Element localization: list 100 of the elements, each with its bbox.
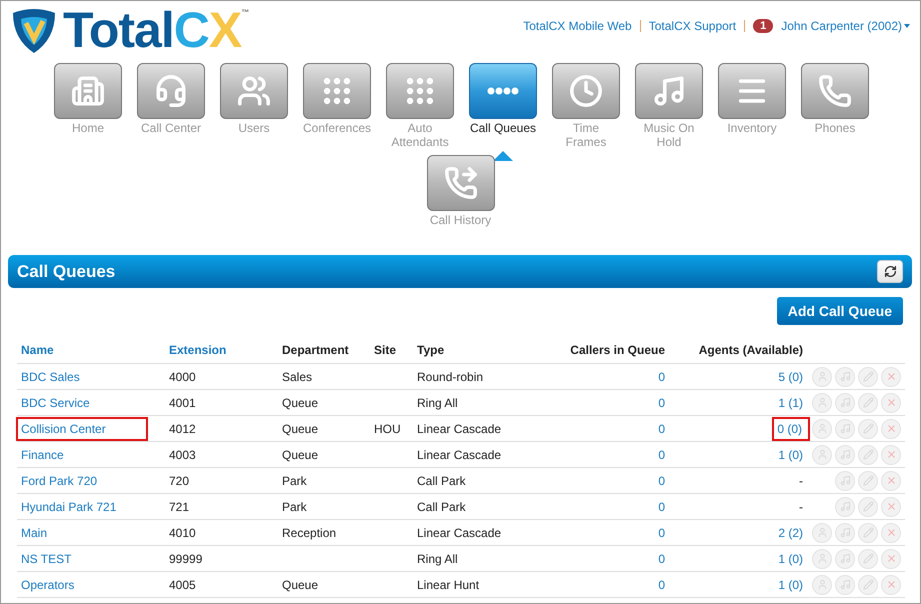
delete-icon[interactable] [881,418,901,438]
nav-label[interactable]: Time Frames [552,121,620,149]
nav-label[interactable]: Call Center [140,121,202,135]
table-cell: Linear Hunt [417,578,480,592]
column-header[interactable]: Extension [165,337,278,364]
agents-count-link[interactable]: - [799,474,803,488]
queue-name-link[interactable]: Operators [21,578,74,592]
callers-count-link[interactable]: 0 [658,422,665,436]
nav-tile[interactable] [303,63,371,119]
notification-badge[interactable]: 1 [753,19,774,33]
pencil-icon[interactable] [858,470,878,490]
callers-count-link[interactable]: 0 [658,552,665,566]
callers-count-link[interactable]: 0 [658,370,665,384]
nav-tile[interactable] [552,63,620,119]
nav-label[interactable]: Music On Hold [635,121,703,149]
table-cell: HOU [374,422,401,436]
music-note-icon[interactable] [835,522,855,542]
nav-tile[interactable] [469,63,537,119]
table-cell: Queue [282,448,318,462]
music-note-icon[interactable] [835,574,855,594]
delete-icon[interactable] [881,392,901,412]
delete-icon[interactable] [881,496,901,516]
pencil-icon[interactable] [858,366,878,386]
nav-tile[interactable] [137,63,205,119]
nav-label[interactable]: Inventory [727,121,777,135]
nav-label[interactable]: Phones [814,121,856,135]
delete-icon[interactable] [881,444,901,464]
delete-icon[interactable] [881,470,901,490]
person-icon[interactable] [812,574,832,594]
music-note-icon[interactable] [835,418,855,438]
agents-count-link[interactable]: 1 (0) [778,578,803,592]
agents-count-link[interactable]: 1 (0) [778,552,803,566]
agents-count-link[interactable]: 0 (0) [777,422,802,436]
add-call-queue-button[interactable]: Add Call Queue [776,297,903,325]
music-note-icon[interactable] [835,392,855,412]
callers-count-link[interactable]: 0 [658,448,665,462]
queue-name-link[interactable]: BDC Sales [21,370,80,384]
callers-count-link[interactable]: 0 [658,396,665,410]
nav-label[interactable]: Call History [430,213,492,227]
music-note-icon[interactable] [835,470,855,490]
table-cell: 720 [169,474,190,488]
agents-count-link[interactable]: 5 (0) [778,370,803,384]
queue-name-link[interactable]: Ford Park 720 [21,474,98,488]
delete-icon[interactable] [881,548,901,568]
header-link[interactable]: TotalCX Support [648,19,736,33]
music-note-icon[interactable] [835,444,855,464]
nav-tile[interactable] [386,63,454,119]
music-note-icon[interactable] [835,548,855,568]
header-link[interactable]: TotalCX Mobile Web [523,19,632,33]
person-icon[interactable] [812,418,832,438]
queue-name-link[interactable]: Main [21,526,48,540]
nav-label[interactable]: Users [238,121,270,135]
pencil-icon[interactable] [858,496,878,516]
column-header[interactable]: Name [17,337,165,364]
agents-count-link[interactable]: 2 (2) [778,526,803,540]
pencil-icon[interactable] [858,444,878,464]
pencil-icon[interactable] [858,522,878,542]
person-icon[interactable] [812,522,832,542]
callers-count-link[interactable]: 0 [658,500,665,514]
queue-name-link[interactable]: Finance [21,448,64,462]
nav-label[interactable]: Call Queues [470,121,536,135]
person-icon[interactable] [812,548,832,568]
nav-label[interactable]: Conferences [302,121,372,135]
queue-name-link[interactable]: Hyundai Park 721 [21,500,116,514]
table-cell: 4001 [169,396,196,410]
agents-count-link[interactable]: 1 (1) [778,396,803,410]
queue-name-link[interactable]: BDC Service [21,396,90,410]
pencil-icon[interactable] [858,574,878,594]
person-icon[interactable] [812,444,832,464]
nav-label[interactable]: Auto Attendants [386,121,454,149]
callers-count-link[interactable]: 0 [658,578,665,592]
nav-tile[interactable] [801,63,869,119]
delete-icon[interactable] [881,574,901,594]
queue-name-link[interactable]: NS TEST [21,552,72,566]
nav-tile[interactable] [220,63,288,119]
callers-count-link[interactable]: 0 [658,474,665,488]
agents-count-link[interactable]: 1 (0) [778,448,803,462]
building-icon [71,74,105,108]
nav-tile[interactable] [718,63,786,119]
pencil-icon[interactable] [858,418,878,438]
table-cell: 721 [169,500,190,514]
nav-label[interactable]: Home [72,121,104,135]
nav-tile[interactable] [54,63,122,119]
nav-tile[interactable] [426,155,494,211]
person-icon[interactable] [812,366,832,386]
delete-icon[interactable] [881,522,901,542]
user-menu-link[interactable]: John Carpenter (2002) [781,19,902,33]
table-cell: 4005 [169,578,196,592]
callers-count-link[interactable]: 0 [658,526,665,540]
nav-tile[interactable] [635,63,703,119]
pencil-icon[interactable] [858,392,878,412]
table-cell: Queue [282,396,318,410]
person-icon[interactable] [812,392,832,412]
agents-count-link[interactable]: - [799,500,803,514]
queue-name-link[interactable]: Collision Center [21,422,106,436]
refresh-button[interactable] [877,260,903,283]
delete-icon[interactable] [881,366,901,386]
music-note-icon[interactable] [835,366,855,386]
music-note-icon[interactable] [835,496,855,516]
pencil-icon[interactable] [858,548,878,568]
